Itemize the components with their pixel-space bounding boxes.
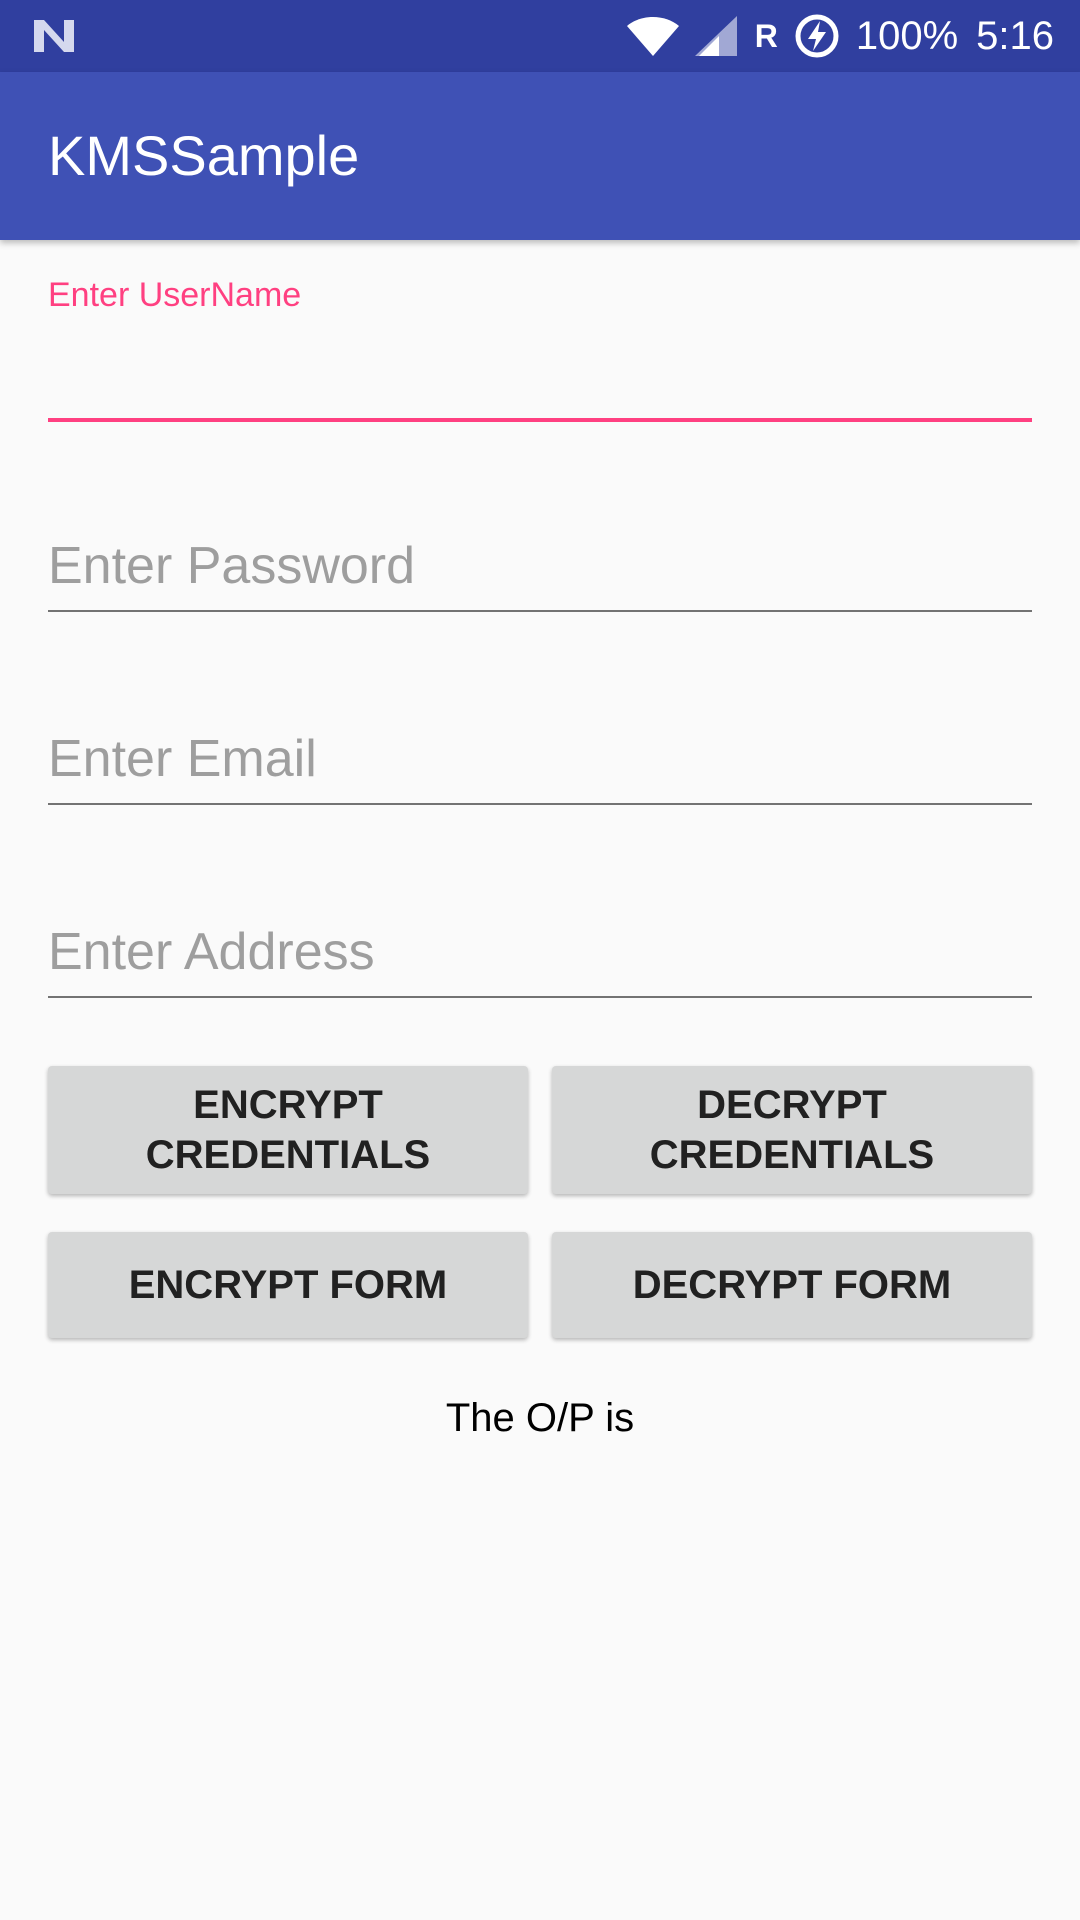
email-field[interactable] bbox=[48, 723, 1032, 807]
address-input[interactable] bbox=[48, 920, 1032, 984]
email-input[interactable] bbox=[48, 727, 1032, 791]
app-bar: KMSSample bbox=[0, 72, 1080, 240]
decrypt-form-button[interactable]: DECRYPT FORM bbox=[552, 1232, 1032, 1338]
network-indicator: R bbox=[754, 17, 778, 54]
password-underline bbox=[48, 610, 1032, 612]
address-field[interactable] bbox=[48, 916, 1032, 1000]
status-icons: R 100% 5:16 bbox=[625, 0, 1054, 72]
encrypt-credentials-button[interactable]: ENCRYPT CREDENTIALS bbox=[48, 1066, 528, 1194]
address-underline bbox=[48, 996, 1032, 998]
password-field[interactable] bbox=[48, 530, 1032, 614]
username-field[interactable]: Enter UserName bbox=[48, 274, 1032, 424]
output-text: The O/P is bbox=[445, 1396, 635, 1440]
battery-charging-icon bbox=[794, 13, 840, 59]
username-underline bbox=[48, 418, 1032, 422]
cell-signal-icon bbox=[693, 14, 739, 58]
username-label: Enter UserName bbox=[48, 276, 302, 314]
status-time: 5:16 bbox=[976, 13, 1054, 58]
wifi-icon bbox=[625, 14, 681, 58]
battery-percent: 100% bbox=[855, 13, 959, 58]
encrypt-form-button[interactable]: ENCRYPT FORM bbox=[48, 1232, 528, 1338]
app-title: KMSSample bbox=[48, 124, 360, 187]
status-bar: R 100% 5:16 bbox=[0, 0, 1080, 72]
n-logo-icon bbox=[34, 20, 74, 52]
username-input[interactable] bbox=[48, 344, 1032, 408]
email-underline bbox=[48, 803, 1032, 805]
password-input[interactable] bbox=[48, 534, 1032, 598]
decrypt-credentials-button[interactable]: DECRYPT CREDENTIALS bbox=[552, 1066, 1032, 1194]
